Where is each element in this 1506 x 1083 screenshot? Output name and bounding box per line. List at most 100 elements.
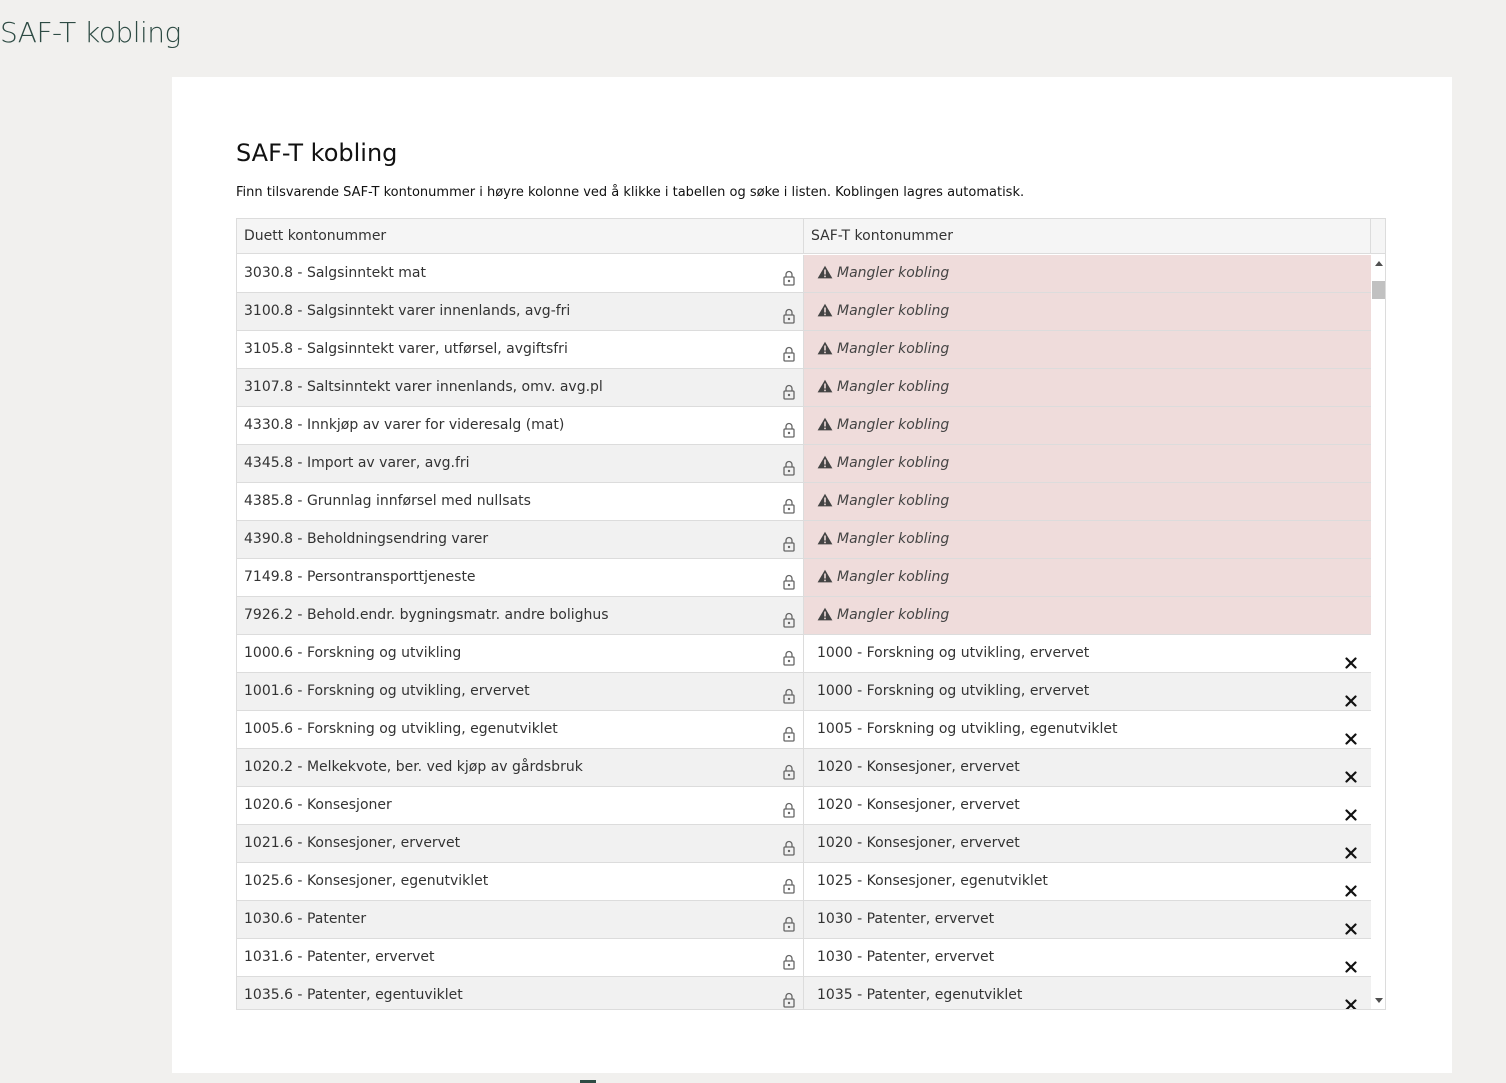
table-row: 1020.2 - Melkekvote, ber. ved kjøp av gå… — [237, 749, 1371, 787]
duett-account-label: 4385.8 - Grunnlag innførsel med nullsats — [244, 493, 531, 509]
warning-icon — [817, 371, 833, 393]
column-header-duett[interactable]: Duett kontonummer — [237, 219, 804, 253]
saft-account-cell[interactable]: Mangler kobling — [804, 331, 1371, 368]
duett-account-cell: 1035.6 - Patenter, egentuviklet — [237, 977, 804, 1009]
clear-mapping-icon[interactable] — [1345, 723, 1357, 745]
missing-mapping-label: Mangler kobling — [837, 417, 950, 433]
lock-icon — [783, 682, 795, 704]
saft-account-cell[interactable]: 1035 - Patenter, egenutviklet — [804, 977, 1371, 1009]
missing-mapping-label: Mangler kobling — [837, 303, 950, 319]
saft-account-cell[interactable]: Mangler kobling — [804, 255, 1371, 292]
saft-account-cell[interactable]: Mangler kobling — [804, 293, 1371, 330]
saft-account-cell[interactable]: 1000 - Forskning og utvikling, ervervet — [804, 673, 1371, 710]
lock-icon — [783, 378, 795, 400]
saft-account-cell[interactable]: Mangler kobling — [804, 597, 1371, 634]
grid-body: 3030.8 - Salgsinntekt mat Mangler kobling… — [237, 255, 1371, 1009]
duett-account-label: 7149.8 - Persontransporttjeneste — [244, 569, 476, 585]
saft-account-cell[interactable]: 1030 - Patenter, ervervet — [804, 901, 1371, 938]
clear-mapping-icon[interactable] — [1345, 913, 1357, 935]
column-header-saft[interactable]: SAF-T kontonummer — [804, 219, 1371, 253]
saft-account-cell[interactable]: Mangler kobling — [804, 445, 1371, 482]
lock-icon — [783, 568, 795, 590]
scroll-thumb[interactable] — [1372, 281, 1385, 299]
card-title: SAF-T kobling — [236, 139, 398, 167]
duett-account-label: 4390.8 - Beholdningsendring varer — [244, 531, 489, 547]
duett-account-cell: 1000.6 - Forskning og utvikling — [237, 635, 804, 672]
missing-mapping-label: Mangler kobling — [837, 455, 950, 471]
duett-account-label: 3030.8 - Salgsinntekt mat — [244, 265, 426, 281]
page-title: SAF-T kobling — [0, 16, 181, 49]
table-row: 3030.8 - Salgsinntekt mat Mangler kobling — [237, 255, 1371, 293]
missing-mapping-label: Mangler kobling — [837, 493, 950, 509]
vertical-scrollbar[interactable] — [1371, 255, 1385, 1009]
table-row: 1030.6 - Patenter 1030 - Patenter, erverv… — [237, 901, 1371, 939]
saft-account-cell[interactable]: Mangler kobling — [804, 559, 1371, 596]
warning-icon — [817, 257, 833, 279]
mapping-grid: Duett kontonummer SAF-T kontonummer 3030… — [236, 218, 1386, 1010]
table-row: 1000.6 - Forskning og utvikling 1000 - Fo… — [237, 635, 1371, 673]
saft-account-cell[interactable]: Mangler kobling — [804, 369, 1371, 406]
duett-account-cell: 3030.8 - Salgsinntekt mat — [237, 255, 804, 292]
table-row: 1025.6 - Konsesjoner, egenutviklet 1025 -… — [237, 863, 1371, 901]
grid-header: Duett kontonummer SAF-T kontonummer — [237, 219, 1371, 254]
clear-mapping-icon[interactable] — [1345, 837, 1357, 859]
clear-mapping-icon[interactable] — [1345, 799, 1357, 821]
table-row: 1021.6 - Konsesjoner, ervervet 1020 - Kon… — [237, 825, 1371, 863]
duett-account-cell: 4330.8 - Innkjøp av varer for videresalg… — [237, 407, 804, 444]
table-row: 3107.8 - Saltsinntekt varer innenlands, … — [237, 369, 1371, 407]
saft-account-cell[interactable]: 1020 - Konsesjoner, ervervet — [804, 825, 1371, 862]
clear-mapping-icon[interactable] — [1345, 951, 1357, 973]
table-row: 7149.8 - Persontransporttjeneste Mangler … — [237, 559, 1371, 597]
duett-account-label: 1005.6 - Forskning og utvikling, egenutv… — [244, 721, 558, 737]
missing-mapping-label: Mangler kobling — [837, 569, 950, 585]
saft-account-cell[interactable]: 1020 - Konsesjoner, ervervet — [804, 749, 1371, 786]
clear-mapping-icon[interactable] — [1345, 875, 1357, 897]
warning-icon — [817, 561, 833, 583]
duett-account-cell: 3107.8 - Saltsinntekt varer innenlands, … — [237, 369, 804, 406]
table-row: 3100.8 - Salgsinntekt varer innenlands, … — [237, 293, 1371, 331]
duett-account-cell: 3105.8 - Salgsinntekt varer, utførsel, a… — [237, 331, 804, 368]
scroll-down-arrow-icon[interactable] — [1375, 998, 1383, 1003]
duett-account-label: 1020.6 - Konsesjoner — [244, 797, 392, 813]
duett-account-cell: 4390.8 - Beholdningsendring varer — [237, 521, 804, 558]
lock-icon — [783, 606, 795, 628]
missing-mapping-label: Mangler kobling — [837, 379, 950, 395]
duett-account-cell: 1020.2 - Melkekvote, ber. ved kjøp av gå… — [237, 749, 804, 786]
duett-account-cell: 1020.6 - Konsesjoner — [237, 787, 804, 824]
clear-mapping-icon[interactable] — [1345, 761, 1357, 783]
lock-icon — [783, 454, 795, 476]
saft-account-cell[interactable]: Mangler kobling — [804, 407, 1371, 444]
saft-account-cell[interactable]: 1025 - Konsesjoner, egenutviklet — [804, 863, 1371, 900]
saft-account-cell[interactable]: Mangler kobling — [804, 483, 1371, 520]
table-row: 7926.2 - Behold.endr. bygningsmatr. andr… — [237, 597, 1371, 635]
saft-account-cell[interactable]: 1000 - Forskning og utvikling, ervervet — [804, 635, 1371, 672]
duett-account-label: 1001.6 - Forskning og utvikling, erverve… — [244, 683, 530, 699]
duett-account-cell: 1005.6 - Forskning og utvikling, egenutv… — [237, 711, 804, 748]
clear-mapping-icon[interactable] — [1345, 647, 1357, 669]
duett-account-label: 3107.8 - Saltsinntekt varer innenlands, … — [244, 379, 603, 395]
lock-icon — [783, 416, 795, 438]
table-row: 1001.6 - Forskning og utvikling, erverve… — [237, 673, 1371, 711]
lock-icon — [783, 910, 795, 932]
lock-icon — [783, 948, 795, 970]
saft-account-label: 1020 - Konsesjoner, ervervet — [817, 835, 1020, 851]
lock-icon — [783, 340, 795, 362]
duett-account-label: 1021.6 - Konsesjoner, ervervet — [244, 835, 461, 851]
clear-mapping-icon[interactable] — [1345, 685, 1357, 707]
saft-account-label: 1005 - Forskning og utvikling, egenutvik… — [817, 721, 1118, 737]
lock-icon — [783, 986, 795, 1008]
table-row: 4385.8 - Grunnlag innførsel med nullsats… — [237, 483, 1371, 521]
saft-account-cell[interactable]: Mangler kobling — [804, 521, 1371, 558]
saft-account-label: 1020 - Konsesjoner, ervervet — [817, 797, 1020, 813]
saft-account-cell[interactable]: 1005 - Forskning og utvikling, egenutvik… — [804, 711, 1371, 748]
duett-account-cell: 1030.6 - Patenter — [237, 901, 804, 938]
saft-account-cell[interactable]: 1020 - Konsesjoner, ervervet — [804, 787, 1371, 824]
duett-account-cell: 1001.6 - Forskning og utvikling, erverve… — [237, 673, 804, 710]
clear-mapping-icon[interactable] — [1345, 989, 1357, 1009]
saft-account-cell[interactable]: 1030 - Patenter, ervervet — [804, 939, 1371, 976]
saft-account-label: 1025 - Konsesjoner, egenutviklet — [817, 873, 1048, 889]
duett-account-cell: 3100.8 - Salgsinntekt varer innenlands, … — [237, 293, 804, 330]
table-row: 1005.6 - Forskning og utvikling, egenutv… — [237, 711, 1371, 749]
table-row: 4345.8 - Import av varer, avg.fri Mangler… — [237, 445, 1371, 483]
scroll-up-arrow-icon[interactable] — [1375, 261, 1383, 266]
